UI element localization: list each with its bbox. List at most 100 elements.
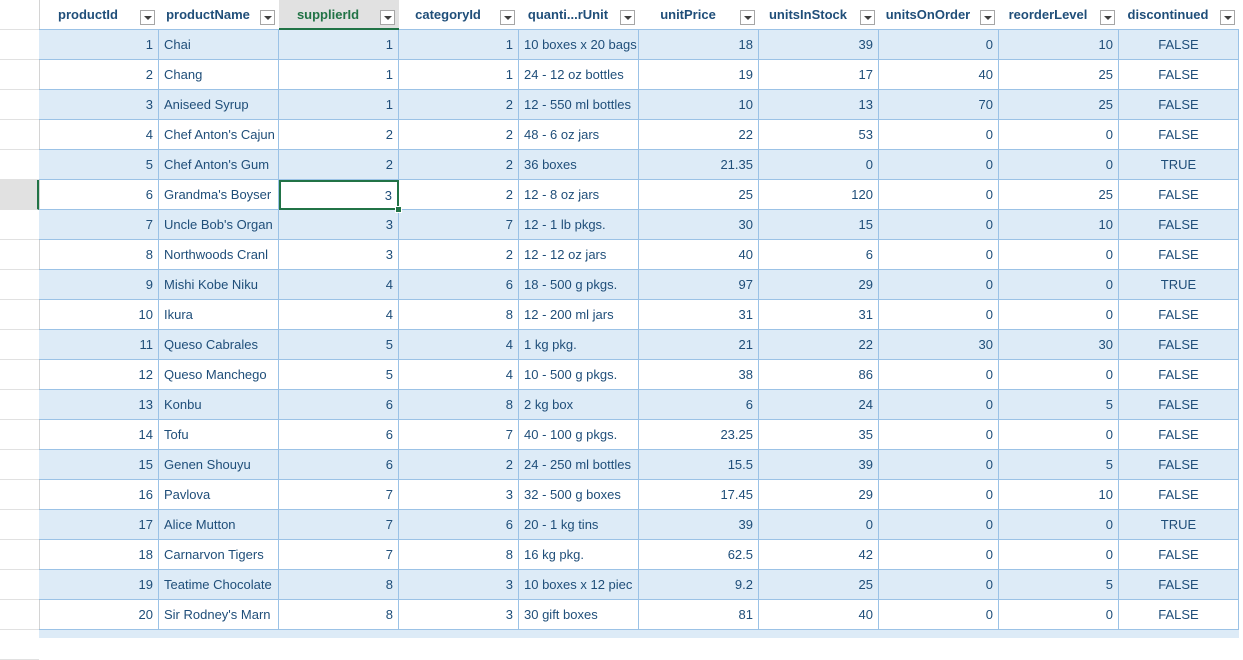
table-cell[interactable]: 0 bbox=[879, 150, 999, 180]
table-cell[interactable]: 2 bbox=[399, 180, 519, 210]
row-header[interactable] bbox=[0, 210, 39, 240]
table-cell[interactable]: FALSE bbox=[1119, 120, 1239, 150]
table-cell[interactable]: 1 bbox=[39, 30, 159, 60]
table-cell[interactable]: 1 bbox=[399, 60, 519, 90]
table-cell[interactable]: 17 bbox=[759, 60, 879, 90]
row-header[interactable] bbox=[0, 30, 39, 60]
table-cell[interactable]: 11 bbox=[39, 330, 159, 360]
table-cell[interactable]: 0 bbox=[879, 510, 999, 540]
table-cell[interactable]: 0 bbox=[759, 510, 879, 540]
table-cell[interactable]: 0 bbox=[879, 180, 999, 210]
column-header[interactable]: quanti...rUnit bbox=[519, 0, 639, 30]
table-cell[interactable]: 7 bbox=[279, 480, 399, 510]
row-header[interactable] bbox=[0, 630, 39, 660]
table-cell[interactable]: FALSE bbox=[1119, 390, 1239, 420]
table-cell[interactable]: 20 - 1 kg tins bbox=[519, 510, 639, 540]
row-header[interactable] bbox=[0, 450, 39, 480]
table-cell[interactable]: 19 bbox=[639, 60, 759, 90]
filter-dropdown-icon[interactable] bbox=[260, 10, 275, 25]
table-cell[interactable]: Chef Anton's Cajun bbox=[159, 120, 279, 150]
table-cell[interactable]: 40 - 100 g pkgs. bbox=[519, 420, 639, 450]
table-cell[interactable]: 0 bbox=[999, 600, 1119, 630]
table-cell[interactable]: 22 bbox=[759, 330, 879, 360]
table-cell[interactable]: FALSE bbox=[1119, 420, 1239, 450]
table-cell[interactable]: 8 bbox=[39, 240, 159, 270]
table-cell[interactable]: 0 bbox=[879, 480, 999, 510]
table-cell[interactable]: 120 bbox=[759, 180, 879, 210]
row-header[interactable] bbox=[0, 300, 39, 330]
table-cell[interactable]: FALSE bbox=[1119, 60, 1239, 90]
table-cell[interactable]: Grandma's Boyser bbox=[159, 180, 279, 210]
table-cell[interactable]: 16 kg pkg. bbox=[519, 540, 639, 570]
table-cell[interactable]: Chef Anton's Gum bbox=[159, 150, 279, 180]
table-cell[interactable]: 3 bbox=[399, 570, 519, 600]
table-cell[interactable]: FALSE bbox=[1119, 450, 1239, 480]
table-cell[interactable]: 0 bbox=[879, 540, 999, 570]
table-cell[interactable]: 36 boxes bbox=[519, 150, 639, 180]
table-cell[interactable]: 4 bbox=[279, 300, 399, 330]
table-cell[interactable]: 24 - 250 ml bottles bbox=[519, 450, 639, 480]
table-cell[interactable]: 0 bbox=[879, 600, 999, 630]
table-cell[interactable]: 0 bbox=[879, 30, 999, 60]
table-cell[interactable]: 10 - 500 g pkgs. bbox=[519, 360, 639, 390]
table-cell[interactable]: 25 bbox=[759, 570, 879, 600]
table-cell[interactable]: 0 bbox=[999, 510, 1119, 540]
table-cell[interactable]: FALSE bbox=[1119, 300, 1239, 330]
table-cell[interactable]: 2 bbox=[399, 120, 519, 150]
table-cell[interactable]: 32 - 500 g boxes bbox=[519, 480, 639, 510]
table-cell[interactable]: 21.35 bbox=[639, 150, 759, 180]
row-header[interactable] bbox=[0, 60, 39, 90]
table-cell[interactable]: 38 bbox=[639, 360, 759, 390]
table-cell[interactable]: 40 bbox=[759, 600, 879, 630]
table-cell[interactable]: 25 bbox=[999, 90, 1119, 120]
table-cell[interactable]: Mishi Kobe Niku bbox=[159, 270, 279, 300]
table-cell[interactable]: Carnarvon Tigers bbox=[159, 540, 279, 570]
row-header[interactable] bbox=[0, 150, 39, 180]
table-cell[interactable]: 7 bbox=[399, 420, 519, 450]
filter-dropdown-icon[interactable] bbox=[620, 10, 635, 25]
table-cell[interactable]: 30 bbox=[639, 210, 759, 240]
table-cell[interactable]: 3 bbox=[279, 210, 399, 240]
column-header[interactable]: supplierId bbox=[279, 0, 399, 30]
row-header[interactable] bbox=[0, 420, 39, 450]
table-cell[interactable]: Alice Mutton bbox=[159, 510, 279, 540]
table-cell[interactable]: 12 - 1 lb pkgs. bbox=[519, 210, 639, 240]
filter-dropdown-icon[interactable] bbox=[1100, 10, 1115, 25]
row-header[interactable] bbox=[0, 240, 39, 270]
column-header[interactable]: discontinued bbox=[1119, 0, 1239, 30]
table-cell[interactable]: 15 bbox=[759, 210, 879, 240]
table-cell[interactable]: 8 bbox=[279, 570, 399, 600]
table-cell[interactable]: Genen Shouyu bbox=[159, 450, 279, 480]
table-cell[interactable]: 13 bbox=[759, 90, 879, 120]
table-cell[interactable]: 25 bbox=[639, 180, 759, 210]
table-cell[interactable]: 29 bbox=[759, 480, 879, 510]
table-cell[interactable]: 0 bbox=[879, 120, 999, 150]
table-cell[interactable]: 25 bbox=[999, 60, 1119, 90]
table-cell[interactable]: 0 bbox=[879, 270, 999, 300]
table-cell[interactable]: 2 bbox=[399, 90, 519, 120]
table-cell[interactable]: FALSE bbox=[1119, 330, 1239, 360]
table-cell[interactable]: 24 bbox=[759, 390, 879, 420]
table-cell[interactable]: 5 bbox=[999, 450, 1119, 480]
table-cell[interactable]: 1 bbox=[279, 90, 399, 120]
table-cell[interactable]: FALSE bbox=[1119, 540, 1239, 570]
table-cell[interactable]: 5 bbox=[39, 150, 159, 180]
table-cell[interactable]: 12 bbox=[39, 360, 159, 390]
table-cell[interactable]: 1 bbox=[399, 30, 519, 60]
table-cell[interactable]: 0 bbox=[879, 570, 999, 600]
table-cell[interactable]: 0 bbox=[879, 300, 999, 330]
table-cell[interactable]: Chang bbox=[159, 60, 279, 90]
table-cell[interactable]: 29 bbox=[759, 270, 879, 300]
table-cell[interactable]: 9 bbox=[39, 270, 159, 300]
table-cell[interactable]: 6 bbox=[39, 180, 159, 210]
table-cell[interactable]: 0 bbox=[999, 120, 1119, 150]
table-cell[interactable]: Northwoods Cranl bbox=[159, 240, 279, 270]
row-header[interactable] bbox=[0, 270, 39, 300]
table-cell[interactable]: 10 bbox=[999, 210, 1119, 240]
table-cell[interactable]: 0 bbox=[879, 390, 999, 420]
table-cell[interactable]: 31 bbox=[759, 300, 879, 330]
filter-dropdown-icon[interactable] bbox=[860, 10, 875, 25]
table-cell[interactable]: 13 bbox=[39, 390, 159, 420]
table-cell[interactable]: 0 bbox=[999, 240, 1119, 270]
table-cell[interactable]: 8 bbox=[399, 540, 519, 570]
